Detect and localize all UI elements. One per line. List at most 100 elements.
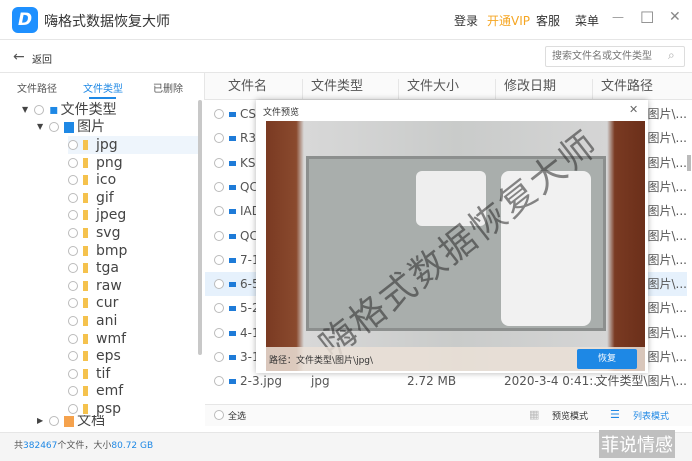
- tree-node-images[interactable]: ▼ 图片: [37, 118, 105, 136]
- tree-node-ext[interactable]: tif: [68, 365, 110, 383]
- tree-node-ext[interactable]: ani: [68, 312, 117, 330]
- folder-icon: [83, 368, 88, 379]
- preview-path: 路径：文件类型\图片\jpg\: [269, 356, 374, 366]
- row-checkbox[interactable]: [214, 206, 224, 217]
- select-all-label[interactable]: 全选: [228, 409, 246, 422]
- tree-node-ext[interactable]: raw: [68, 277, 122, 295]
- back-arrow-icon[interactable]: ←: [13, 49, 25, 65]
- tree-node-file-type[interactable]: ▼ ▪ 文件类型: [22, 101, 117, 119]
- restore-button[interactable]: 恢复: [577, 349, 637, 369]
- folder-icon: [83, 298, 88, 309]
- service-button[interactable]: 客服: [536, 12, 560, 29]
- radio[interactable]: [68, 263, 78, 274]
- tree-scrollbar[interactable]: [198, 100, 202, 355]
- tab-file-type[interactable]: 文件类型: [83, 80, 123, 95]
- preview-mode-button[interactable]: 预览模式: [552, 409, 588, 422]
- minimize-icon[interactable]: —: [612, 10, 624, 24]
- tree-node-ext[interactable]: cur: [68, 294, 118, 312]
- row-checkbox[interactable]: [214, 133, 224, 144]
- radio[interactable]: [68, 175, 78, 186]
- row-checkbox[interactable]: [214, 279, 224, 290]
- image-file-icon: [229, 233, 236, 239]
- back-button[interactable]: 返回: [32, 51, 52, 66]
- radio[interactable]: [49, 416, 60, 426]
- folder-icon: [83, 210, 88, 221]
- radio[interactable]: [68, 157, 78, 168]
- radio[interactable]: [68, 298, 78, 309]
- menu-button[interactable]: 菜单: [575, 12, 599, 29]
- row-checkbox[interactable]: [214, 109, 224, 119]
- app-title: 嗨格式数据恢复大师: [44, 14, 170, 30]
- radio[interactable]: [68, 404, 78, 414]
- login-button[interactable]: 登录: [454, 12, 478, 29]
- tree-node-ext[interactable]: jpeg: [68, 206, 126, 224]
- column-name[interactable]: 文件名: [220, 79, 267, 99]
- radio[interactable]: [68, 245, 78, 256]
- column-type[interactable]: 文件类型: [302, 79, 363, 99]
- close-icon[interactable]: ✕: [669, 9, 681, 25]
- row-checkbox[interactable]: [214, 181, 224, 192]
- tree-node-ext[interactable]: bmp: [68, 242, 127, 260]
- tree-label: ani: [96, 313, 118, 329]
- tree-node-ext[interactable]: gif: [68, 189, 114, 207]
- file-path: \图片\...: [643, 155, 687, 170]
- radio[interactable]: [68, 316, 78, 326]
- folder-icon: [83, 280, 88, 291]
- tree-node-ext[interactable]: ico: [68, 171, 116, 189]
- radio[interactable]: [68, 351, 78, 362]
- list-mode-button[interactable]: 列表模式: [633, 409, 669, 422]
- row-checkbox[interactable]: [214, 376, 224, 387]
- column-path[interactable]: 文件路径: [592, 79, 653, 99]
- row-checkbox[interactable]: [214, 352, 224, 362]
- tree-label: gif: [96, 189, 114, 206]
- row-checkbox[interactable]: [214, 303, 224, 314]
- tree-node-ext[interactable]: tga: [68, 259, 119, 277]
- radio[interactable]: [68, 140, 78, 150]
- maximize-icon[interactable]: ☐: [640, 8, 654, 27]
- table-scrollbar[interactable]: [687, 155, 691, 171]
- radio[interactable]: [68, 192, 78, 203]
- status-summary: 共382467个文件，大小80.72 GB: [14, 438, 153, 451]
- folder-icon: [83, 351, 88, 362]
- total-size: 80.72 GB: [111, 441, 154, 451]
- tab-deleted[interactable]: 已删除: [153, 80, 183, 95]
- select-all-checkbox[interactable]: [214, 410, 224, 420]
- tree-label: svg: [96, 225, 121, 241]
- list-icon[interactable]: ☰: [610, 408, 620, 421]
- tree-node-docs[interactable]: ▶ 文档: [37, 415, 105, 427]
- row-checkbox[interactable]: [214, 157, 224, 168]
- tab-file-path[interactable]: 文件路径: [17, 80, 57, 95]
- radio[interactable]: [68, 386, 78, 397]
- grid-icon[interactable]: ▦: [529, 408, 539, 421]
- radio[interactable]: [34, 105, 45, 115]
- vip-button[interactable]: 开通VIP: [487, 12, 530, 29]
- tree-node-ext[interactable]: wmf: [68, 330, 126, 348]
- tree-label: 文档: [77, 415, 106, 427]
- dialog-close-icon[interactable]: ✕: [629, 103, 638, 116]
- tree-node-ext[interactable]: svg: [68, 224, 120, 242]
- radio[interactable]: [49, 122, 60, 132]
- folder-icon: [83, 140, 88, 150]
- radio[interactable]: [68, 280, 78, 291]
- radio[interactable]: [68, 228, 78, 238]
- radio[interactable]: [68, 210, 78, 221]
- search-icon[interactable]: ⌕: [668, 48, 675, 63]
- column-size[interactable]: 文件大小: [398, 79, 459, 99]
- preview-image: 嗨格式数据恢复大师 路径：文件类型\图片\jpg\ 恢复: [266, 121, 645, 371]
- row-checkbox[interactable]: [214, 254, 224, 265]
- tree-node-ext[interactable]: png: [68, 154, 123, 172]
- file-path: \图片\...: [643, 131, 687, 146]
- tree-node-ext[interactable]: eps: [68, 347, 121, 365]
- row-checkbox[interactable]: [214, 327, 224, 338]
- row-checkbox[interactable]: [214, 230, 224, 241]
- tree-node-ext[interactable]: jpg: [68, 136, 198, 154]
- tree-node-ext[interactable]: emf: [68, 382, 123, 400]
- tree-label: jpeg: [96, 207, 127, 224]
- search-input[interactable]: [545, 46, 685, 67]
- image-icon: [64, 121, 75, 133]
- dialog-title: 文件预览: [263, 108, 300, 118]
- column-date[interactable]: 修改日期: [495, 79, 556, 99]
- radio[interactable]: [68, 333, 78, 344]
- tree-label: tga: [96, 260, 119, 277]
- radio[interactable]: [68, 368, 78, 379]
